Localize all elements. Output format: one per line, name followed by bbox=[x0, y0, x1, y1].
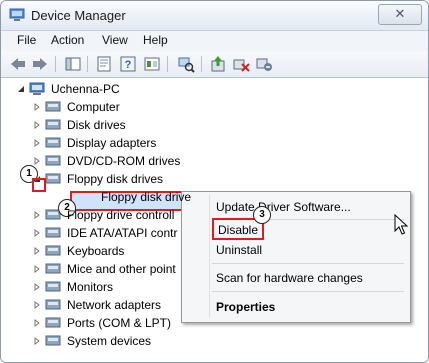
context-menu: Update Driver Software... Disable Uninst… bbox=[181, 191, 411, 323]
help-icon[interactable]: ? bbox=[119, 55, 137, 73]
toolbar-separator bbox=[167, 56, 168, 72]
computer-icon bbox=[45, 101, 61, 112]
menu-properties[interactable]: Properties bbox=[216, 300, 275, 314]
console-icon[interactable] bbox=[143, 55, 161, 73]
expand-arrow-icon[interactable] bbox=[33, 139, 41, 147]
scan-hardware-icon[interactable] bbox=[177, 55, 195, 73]
menu-bar: File Action View Help bbox=[1, 31, 428, 51]
menu-update-driver[interactable]: Update Driver Software... bbox=[216, 200, 351, 214]
tree-item-label: DVD/CD-ROM drives bbox=[67, 154, 181, 168]
tree-item-label: System devices bbox=[67, 334, 152, 348]
window-title: Device Manager bbox=[31, 8, 126, 23]
toolbar-separator bbox=[87, 56, 88, 72]
tree-item[interactable]: IDE ATA/ATAPI contr bbox=[1, 224, 201, 242]
expand-arrow-icon[interactable] bbox=[33, 157, 41, 165]
tree-item-label: Disk drives bbox=[67, 118, 126, 132]
port-icon bbox=[45, 317, 61, 328]
tree-root-label: Uchenna-PC bbox=[51, 82, 120, 96]
tree-item[interactable]: Computer bbox=[1, 98, 201, 116]
tree-item-label: Ports (COM & LPT) bbox=[67, 316, 172, 330]
keyboard-icon bbox=[45, 245, 61, 256]
expand-arrow-icon[interactable] bbox=[33, 265, 41, 273]
expand-arrow-icon[interactable] bbox=[33, 301, 41, 309]
context-separator bbox=[212, 263, 404, 264]
expand-highlight bbox=[32, 178, 46, 192]
tree-item[interactable]: Floppy drive controll bbox=[1, 206, 201, 224]
device-manager-icon bbox=[9, 8, 25, 21]
expand-arrow-icon[interactable] bbox=[33, 247, 41, 255]
tree-item-label: Keyboards bbox=[67, 244, 125, 258]
mouse-icon bbox=[45, 263, 61, 274]
menu-scan-hardware[interactable]: Scan for hardware changes bbox=[216, 271, 363, 285]
show-hide-tree-icon[interactable] bbox=[64, 55, 82, 73]
tree-item[interactable]: Ports (COM & LPT) bbox=[1, 314, 201, 332]
toolbar: ? bbox=[1, 51, 428, 78]
toolbar-separator bbox=[201, 56, 202, 72]
context-separator bbox=[212, 291, 404, 292]
tree-item-label: Monitors bbox=[67, 280, 114, 294]
expand-arrow-icon[interactable] bbox=[33, 121, 41, 129]
computer-root-icon bbox=[29, 82, 45, 95]
close-icon: ✕ bbox=[394, 6, 406, 21]
tree-item[interactable]: Mice and other point bbox=[1, 260, 201, 278]
update-driver-icon[interactable] bbox=[209, 55, 227, 73]
menu-action[interactable]: Action bbox=[51, 33, 84, 47]
expand-arrow-icon[interactable] bbox=[33, 337, 41, 345]
close-button[interactable]: ✕ bbox=[378, 4, 422, 25]
disk-drive-icon bbox=[45, 119, 61, 130]
floppy-icon bbox=[45, 173, 61, 184]
expand-arrow-icon[interactable] bbox=[33, 283, 41, 291]
tree-item[interactable]: Display adapters bbox=[1, 134, 201, 152]
network-icon bbox=[45, 299, 61, 310]
tree-item-label: Computer bbox=[67, 100, 120, 114]
svg-text:?: ? bbox=[125, 59, 132, 71]
back-icon[interactable] bbox=[9, 55, 27, 73]
ide-icon bbox=[45, 227, 61, 238]
tree-item-label: IDE ATA/ATAPI contr bbox=[67, 226, 178, 240]
tree-item-label: Floppy disk drives bbox=[67, 172, 164, 186]
tree-item[interactable]: System devices bbox=[1, 332, 201, 350]
expand-arrow-icon[interactable] bbox=[33, 319, 41, 327]
tree-item-label: Mice and other point bbox=[67, 262, 176, 276]
expand-arrow-icon[interactable] bbox=[33, 229, 41, 237]
title-bar: Device Manager ✕ bbox=[1, 1, 428, 31]
tree-item[interactable]: Keyboards bbox=[1, 242, 201, 260]
device-manager-window: Device Manager ✕ File Action View Help ?… bbox=[0, 0, 429, 363]
tree-item-label: Floppy drive controll bbox=[67, 208, 175, 222]
expand-arrow-icon[interactable] bbox=[33, 211, 41, 219]
tree-item-label: Display adapters bbox=[67, 136, 157, 150]
mouse-cursor-icon bbox=[394, 214, 408, 235]
tree-item-label: Network adapters bbox=[67, 298, 162, 312]
forward-icon[interactable] bbox=[31, 55, 49, 73]
properties-icon[interactable] bbox=[95, 55, 113, 73]
tree-item[interactable]: Disk drives bbox=[1, 116, 201, 134]
uninstall-icon[interactable] bbox=[232, 55, 250, 73]
collapse-arrow-icon[interactable] bbox=[17, 85, 25, 93]
dvd-drive-icon bbox=[45, 155, 61, 166]
display-adapter-icon bbox=[45, 137, 61, 148]
menu-file[interactable]: File bbox=[17, 33, 36, 47]
disable-icon[interactable] bbox=[255, 55, 273, 73]
toolbar-separator bbox=[55, 56, 56, 72]
tree-item[interactable]: Monitors bbox=[1, 278, 201, 296]
system-icon bbox=[45, 335, 61, 346]
context-menu-gutter bbox=[209, 194, 210, 318]
menu-help[interactable]: Help bbox=[143, 33, 168, 47]
step-badge-3: 3 bbox=[253, 206, 271, 224]
expand-arrow-icon[interactable] bbox=[33, 103, 41, 111]
tree-item-label: Floppy disk drive bbox=[101, 190, 192, 204]
menu-uninstall[interactable]: Uninstall bbox=[216, 243, 262, 257]
tree-item[interactable]: Network adapters bbox=[1, 296, 201, 314]
menu-view[interactable]: View bbox=[102, 33, 128, 47]
monitor-icon bbox=[45, 281, 61, 292]
tree-root[interactable]: Uchenna-PC bbox=[9, 80, 149, 98]
tree-child-item[interactable]: Floppy disk drive bbox=[1, 188, 201, 206]
